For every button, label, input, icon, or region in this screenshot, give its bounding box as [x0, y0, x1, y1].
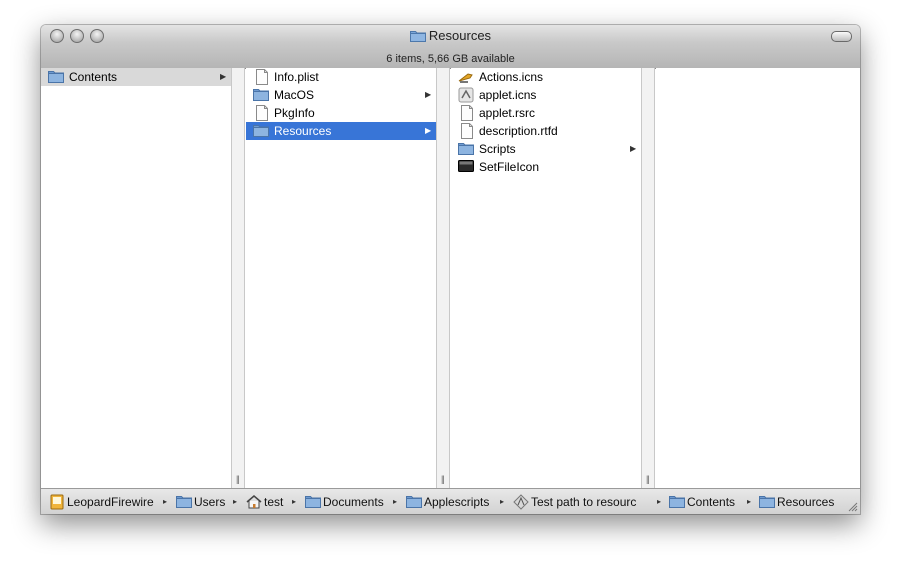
- list-item[interactable]: SetFileIcon: [451, 158, 641, 176]
- item-label: Scripts: [479, 142, 516, 156]
- item-label: Contents: [69, 70, 118, 84]
- path-segment[interactable]: test: [246, 494, 288, 510]
- item-label: applet.icns: [479, 88, 537, 102]
- path-segment[interactable]: Test path to resourc: [513, 494, 653, 510]
- column-4[interactable]: [656, 68, 860, 488]
- disclosure-arrow-icon: ▶: [220, 72, 227, 81]
- folder-icon: [669, 494, 685, 510]
- column-1[interactable]: Contents ▶: [41, 68, 231, 488]
- list-item[interactable]: Resources ▶: [246, 122, 436, 140]
- list-item[interactable]: applet.icns: [451, 86, 641, 104]
- folder-icon: [409, 29, 426, 45]
- window-title-area: Resources: [41, 28, 860, 45]
- path-separator-icon: ▸: [393, 497, 398, 506]
- path-separator-icon: ▸: [657, 497, 662, 506]
- path-segment-label: Documents: [323, 495, 384, 509]
- path-segment-label: Resources: [777, 495, 835, 509]
- list-item[interactable]: description.rtfd: [451, 122, 641, 140]
- path-separator-icon: ▸: [747, 497, 752, 506]
- item-label: Resources: [274, 124, 332, 138]
- status-text: 6 items, 5,66 GB available: [386, 53, 515, 65]
- resize-grip-icon[interactable]: [848, 502, 858, 512]
- column-3[interactable]: Actions.icns applet.icns applet.rsrc descri…: [451, 68, 641, 488]
- list-item[interactable]: Scripts ▶: [451, 140, 641, 158]
- list-item[interactable]: Actions.icns: [451, 68, 641, 86]
- path-separator-icon: ▸: [500, 497, 505, 506]
- grip-icon: ||: [236, 474, 240, 484]
- grip-icon: ||: [646, 474, 650, 484]
- list-item[interactable]: PkgInfo: [246, 104, 436, 122]
- column-resize-handle[interactable]: ||: [436, 68, 450, 488]
- item-label: MacOS: [274, 88, 315, 102]
- disk-icon: [49, 494, 65, 510]
- toolbar-toggle-button[interactable]: [831, 31, 852, 42]
- users-folder-icon: [176, 494, 192, 510]
- folder-icon: [48, 69, 64, 88]
- path-separator-icon: ▸: [233, 497, 238, 506]
- path-segment-label: Contents: [687, 495, 736, 509]
- folder-icon: [759, 494, 775, 510]
- app-icon: [513, 494, 529, 510]
- disclosure-arrow-icon: ▶: [630, 144, 637, 153]
- path-segment-label: LeopardFirewire: [67, 495, 154, 509]
- terminal-icon: [458, 159, 474, 178]
- folder-icon: [253, 123, 269, 142]
- path-segment[interactable]: LeopardFirewire: [49, 494, 159, 510]
- column-resize-handle[interactable]: ||: [231, 68, 245, 488]
- home-icon: [246, 494, 262, 510]
- list-item[interactable]: MacOS ▶: [246, 86, 436, 104]
- item-label: Info.plist: [274, 70, 319, 84]
- path-separator-icon: ▸: [292, 497, 297, 506]
- item-label: description.rtfd: [479, 124, 558, 138]
- folder-icon: [406, 494, 422, 510]
- window-title: Resources: [428, 28, 492, 43]
- path-segment[interactable]: Contents: [669, 494, 743, 510]
- finder-window: Resources 6 items, 5,66 GB available Con…: [41, 25, 860, 514]
- path-segment[interactable]: Resources: [759, 494, 851, 510]
- path-separator-icon: ▸: [163, 497, 168, 506]
- path-segment[interactable]: Applescripts: [406, 494, 496, 510]
- list-item[interactable]: applet.rsrc: [451, 104, 641, 122]
- list-item[interactable]: Contents ▶: [41, 68, 231, 86]
- disclosure-arrow-icon: ▶: [425, 90, 432, 99]
- column-resize-handle[interactable]: ||: [641, 68, 655, 488]
- path-segment[interactable]: Users: [176, 494, 229, 510]
- column-browser: Contents ▶ || Info.plist MacOS ▶ PkgInfo Resour…: [41, 68, 860, 488]
- list-item[interactable]: Info.plist: [246, 68, 436, 86]
- column-2[interactable]: Info.plist MacOS ▶ PkgInfo Resources ▶: [246, 68, 436, 488]
- item-label: SetFileIcon: [479, 160, 540, 174]
- path-segment-label: Applescripts: [424, 495, 490, 509]
- path-segment[interactable]: Documents: [305, 494, 389, 510]
- folder-icon: [305, 494, 321, 510]
- path-segment-label: test: [264, 495, 284, 509]
- path-segment-label: Users: [194, 495, 226, 509]
- item-label: PkgInfo: [274, 106, 315, 120]
- disclosure-arrow-icon: ▶: [425, 126, 432, 135]
- titlebar: Resources 6 items, 5,66 GB available: [41, 25, 860, 69]
- item-label: applet.rsrc: [479, 106, 536, 120]
- item-label: Actions.icns: [479, 70, 544, 84]
- path-segment-label: Test path to resourc: [531, 495, 637, 509]
- grip-icon: ||: [441, 474, 445, 484]
- path-bar: LeopardFirewire ▸ Users ▸ test ▸ Documents ▸ App…: [41, 488, 860, 514]
